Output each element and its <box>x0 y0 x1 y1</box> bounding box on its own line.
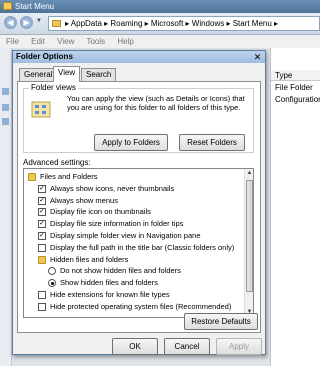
folder-icon <box>52 20 61 27</box>
menu-edit[interactable]: Edit <box>31 37 45 46</box>
dialog-title: Folder Options <box>16 52 73 61</box>
folder-views-icon <box>31 101 51 118</box>
list-item[interactable]: File Folder <box>275 83 313 92</box>
menu-view[interactable]: View <box>57 37 74 46</box>
menu-file[interactable]: File <box>6 37 19 46</box>
setting-label: Show hidden files and folders <box>60 278 158 288</box>
advanced-settings-list[interactable]: ▲ ▼ Files and Folders ✓ Always show icons,… <box>23 168 254 318</box>
nav-item-icon[interactable] <box>2 118 9 125</box>
setting-label: Display simple folder view in Navigation… <box>50 231 201 240</box>
navigation-pane <box>0 48 12 366</box>
setting-label: Do not show hidden files and folders <box>60 266 181 276</box>
tab-general[interactable]: General <box>19 68 58 81</box>
menu-help[interactable]: Help <box>117 37 133 46</box>
list-item[interactable]: Configuration <box>275 95 320 104</box>
menu-tools[interactable]: Tools <box>86 37 105 46</box>
radio-button[interactable] <box>48 267 56 276</box>
checkbox-checked[interactable]: ✓ <box>38 208 46 217</box>
advanced-settings-label: Advanced settings: <box>23 158 91 167</box>
scroll-thumb[interactable] <box>246 180 253 292</box>
radio-selected[interactable] <box>48 279 56 288</box>
address-path: ▸ AppData ▸ Roaming ▸ Microsoft ▸ Window… <box>65 19 279 28</box>
nav-item-icon[interactable] <box>2 88 9 95</box>
setting-label: Files and Folders <box>40 172 98 181</box>
menu-bar: File Edit View Tools Help <box>0 35 320 48</box>
tab-view[interactable]: View <box>53 66 81 82</box>
reset-folders-button[interactable]: Reset Folders <box>179 134 245 151</box>
apply-button[interactable]: Apply <box>216 338 262 355</box>
column-header-type[interactable]: Type <box>271 70 320 81</box>
setting-label: Hide extensions for known file types <box>50 290 170 299</box>
dialog-titlebar: Folder Options ✕ <box>13 51 265 63</box>
setting-label: Display the full path in the title bar (… <box>50 242 235 252</box>
setting-label: Hidden files and folders <box>50 254 129 264</box>
checkbox[interactable] <box>38 302 46 311</box>
file-list: Type File Folder Configuration <box>270 48 320 366</box>
restore-defaults-button[interactable]: Restore Defaults <box>184 313 258 330</box>
folder-views-description: You can apply the view (such as Details … <box>67 94 245 112</box>
explorer-titlebar: Start Menu <box>0 0 320 13</box>
checkbox-checked[interactable]: ✓ <box>38 232 46 240</box>
checkbox-checked[interactable]: ✓ <box>38 196 46 205</box>
checkbox[interactable] <box>38 243 46 252</box>
scroll-up-arrow-icon[interactable]: ▲ <box>245 169 253 178</box>
chevron-down-icon[interactable]: ▼ <box>36 18 42 24</box>
setting-label: Always show menus <box>50 195 118 205</box>
tab-search[interactable]: Search <box>81 68 117 81</box>
view-tab-panel: Folder views You can apply the view (suc… <box>17 81 261 333</box>
address-input[interactable]: ▸ AppData ▸ Roaming ▸ Microsoft ▸ Window… <box>48 16 320 31</box>
setting-label: Always show icons, never thumbnails <box>50 183 175 193</box>
setting-label: Display file icon on thumbnails <box>50 207 151 217</box>
folder-views-legend: Folder views <box>29 83 78 92</box>
explorer-title: Start Menu <box>15 2 55 11</box>
scrollbar[interactable]: ▲ ▼ <box>244 169 253 317</box>
apply-to-folders-button[interactable]: Apply to Folders <box>94 134 168 151</box>
folder-icon <box>38 255 46 264</box>
back-arrow-icon[interactable]: ◀ <box>4 16 17 29</box>
ok-button[interactable]: OK <box>112 338 158 355</box>
checkbox-checked[interactable]: ✓ <box>38 220 46 229</box>
folder-views-group: Folder views You can apply the view (suc… <box>23 83 254 153</box>
checkbox-checked[interactable]: ✓ <box>38 184 46 193</box>
nav-item-icon[interactable] <box>2 104 9 111</box>
forward-arrow-icon[interactable]: ▶ <box>20 16 33 29</box>
folder-icon <box>3 2 12 10</box>
folder-icon <box>28 173 36 181</box>
cancel-button[interactable]: Cancel <box>164 338 210 355</box>
setting-label: Display file size information in folder … <box>50 219 184 229</box>
address-bar: ◀ ▶ ▼ ▸ AppData ▸ Roaming ▸ Microsoft ▸ … <box>0 13 320 35</box>
folder-options-dialog: Folder Options ✕ General View Search Fol… <box>12 50 266 355</box>
close-button[interactable]: ✕ <box>252 52 263 62</box>
setting-label: Hide protected operating system files (R… <box>50 301 232 311</box>
checkbox[interactable] <box>38 291 46 299</box>
